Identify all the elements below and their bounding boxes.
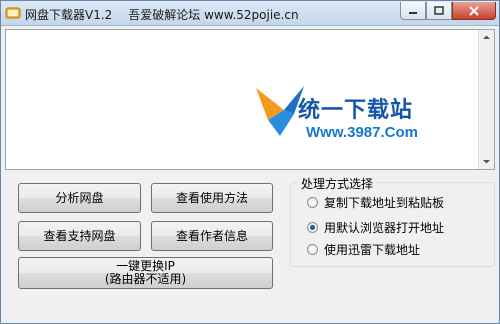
view-author-info-label: 查看作者信息 (175, 228, 248, 243)
option-open-default-browser[interactable]: 用默认浏览器打开地址 (307, 219, 444, 235)
title-bar[interactable]: 网盘下载器V1.2 吾爱破解论坛 www.52pojie.cn (1, 1, 499, 26)
scroll-up-icon[interactable] (482, 33, 491, 42)
window-title: 网盘下载器V1.2 吾爱破解论坛 www.52pojie.cn (25, 6, 299, 23)
app-window: 网盘下载器V1.2 吾爱破解论坛 www.52pojie.cn 统一下载站 Www… (0, 0, 500, 324)
change-ip-note: (路由器不适用) (104, 272, 187, 286)
close-button[interactable] (452, 2, 496, 20)
option-label: 复制下载地址到粘贴板 (324, 195, 445, 210)
option-thunder-download[interactable]: 使用迅雷下载地址 (307, 241, 420, 257)
radio-button-selected[interactable] (307, 221, 318, 233)
vertical-scrollbar[interactable] (478, 30, 494, 169)
view-supported-disks-label: 查看支持网盘 (43, 228, 116, 243)
banner-title: 统一下载站 (298, 98, 414, 123)
view-author-info-button[interactable]: 查看作者信息 (151, 221, 273, 251)
app-icon (5, 7, 21, 19)
minimize-button[interactable] (400, 2, 426, 20)
window-title-app: 网盘下载器V1.2 (25, 8, 113, 22)
processing-mode-legend: 处理方式选择 (298, 175, 377, 192)
option-label: 用默认浏览器打开地址 (324, 220, 445, 235)
option-label: 使用迅雷下载地址 (324, 242, 421, 257)
banner-url: Www.3987.Com (306, 124, 418, 141)
radio-button[interactable] (307, 196, 318, 208)
radio-button[interactable] (307, 243, 318, 255)
scroll-down-icon[interactable] (482, 157, 491, 166)
option-copy-to-clipboard[interactable]: 复制下载地址到粘贴板 (307, 194, 444, 210)
analyze-disk-button[interactable]: 分析网盘 (18, 183, 141, 213)
analyze-disk-label: 分析网盘 (55, 190, 104, 205)
view-usage-button[interactable]: 查看使用方法 (151, 183, 273, 213)
maximize-button[interactable] (426, 2, 452, 20)
close-icon (469, 5, 479, 16)
web-view[interactable]: 统一下载站 Www.3987.Com (5, 29, 495, 170)
maximize-icon (434, 6, 444, 15)
window-title-forum: 吾爱破解论坛 www.52pojie.cn (128, 8, 299, 22)
change-ip-button[interactable]: 一键更换IP (路由器不适用) (18, 257, 273, 289)
view-supported-disks-button[interactable]: 查看支持网盘 (18, 221, 141, 251)
minimize-icon (409, 11, 417, 14)
view-usage-label: 查看使用方法 (175, 190, 248, 205)
banner-ad[interactable]: 统一下载站 Www.3987.Com (254, 80, 454, 150)
